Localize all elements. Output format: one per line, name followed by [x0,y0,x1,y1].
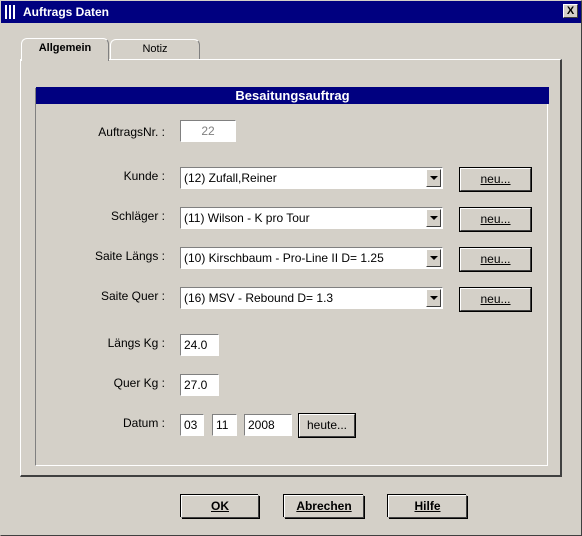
datum-label: Datum : [122,416,165,430]
window-title: Auftrags Daten [23,5,110,19]
schlaeger-select[interactable]: (11) Wilson - K pro Tour [180,207,443,229]
cancel-button[interactable]: Abrechen [284,495,364,518]
tab-notiz[interactable]: Notiz [110,39,200,59]
auftragsnr-label: AuftragsNr. : [98,125,165,139]
chevron-down-icon[interactable] [426,249,441,267]
new-saite-laengs-label: neu... [480,252,511,266]
title-bar[interactable]: Auftrags Daten X [1,1,581,23]
schlaeger-label: Schläger : [110,209,165,223]
chevron-down-icon[interactable] [426,209,441,227]
kunde-value: (12) Zufall,Reiner [184,171,277,185]
chevron-down-icon[interactable] [426,169,441,187]
group-title: Besaitungsauftrag [36,87,549,104]
ok-label: OK [211,499,229,513]
saite-quer-value: (16) MSV - Rebound D= 1.3 [184,291,334,305]
help-button[interactable]: Hilfe [388,495,467,518]
help-label: Hilfe [414,499,441,513]
saite-laengs-label: Saite Längs : [94,249,165,263]
today-button[interactable]: heute... [298,413,356,438]
datum-month-input[interactable]: 11 [212,414,237,436]
datum-day-input[interactable]: 03 [180,414,204,436]
app-icon [5,5,17,19]
order-groupbox [35,88,548,466]
quer-kg-input[interactable]: 27.0 [180,374,219,396]
new-saite-quer-label: neu... [480,292,511,306]
quer-kg-label: Quer Kg : [113,376,165,390]
cancel-label: Abrechen [296,499,352,513]
new-saite-quer-button[interactable]: neu... [459,287,532,312]
saite-laengs-value: (10) Kirschbaum - Pro-Line II D= 1.25 [184,251,384,265]
new-saite-laengs-button[interactable]: neu... [459,247,532,272]
saite-quer-select[interactable]: (16) MSV - Rebound D= 1.3 [180,287,443,309]
ok-button[interactable]: OK [181,495,259,518]
schlaeger-value: (11) Wilson - K pro Tour [184,211,310,225]
auftragsnr-field: 22 [180,120,236,142]
laengs-kg-label: Längs Kg : [107,336,165,350]
new-kunde-label: neu... [480,172,511,186]
datum-year-input[interactable]: 2008 [244,414,292,436]
new-kunde-button[interactable]: neu... [459,167,532,192]
new-schlaeger-label: neu... [480,212,511,226]
close-button[interactable]: X [563,4,578,18]
dialog-window: Auftrags Daten X Allgemein Notiz Besaitu… [0,0,582,536]
laengs-kg-input[interactable]: 24.0 [180,334,219,356]
kunde-label: Kunde : [123,169,165,183]
saite-quer-label: Saite Quer : [100,289,165,303]
kunde-select[interactable]: (12) Zufall,Reiner [180,167,443,189]
new-schlaeger-button[interactable]: neu... [459,207,532,232]
today-label: heute... [306,418,348,432]
chevron-down-icon[interactable] [426,289,441,307]
saite-laengs-select[interactable]: (10) Kirschbaum - Pro-Line II D= 1.25 [180,247,443,269]
tab-allgemein[interactable]: Allgemein [21,38,109,61]
